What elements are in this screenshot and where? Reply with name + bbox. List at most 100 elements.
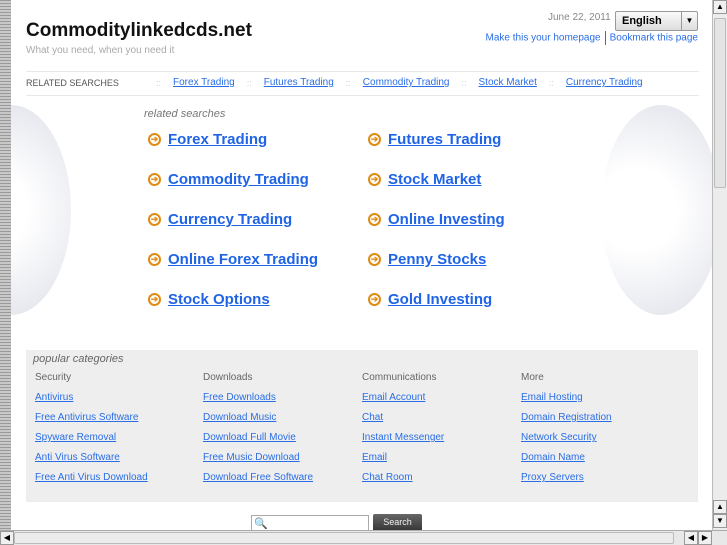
related-search-item[interactable]: ➔ Forex Trading — [148, 131, 267, 148]
arrow-right-icon: ➔ — [368, 133, 381, 146]
category-link[interactable]: Email — [362, 452, 444, 472]
separator: :: — [246, 77, 252, 88]
popular-categories-heading: popular categories — [33, 353, 124, 365]
scroll-down-icon[interactable]: ▼ — [713, 514, 727, 528]
category-title: More — [521, 372, 544, 383]
horizontal-scrollbar[interactable]: ◀ ◀ ▶ — [0, 530, 727, 545]
site-title: Commoditylinkedcds.net — [26, 20, 252, 41]
scroll-up-icon[interactable]: ▲ — [713, 0, 727, 14]
decorative-orb-right — [601, 105, 712, 315]
related-search-link[interactable]: Stock Options — [168, 291, 270, 308]
related-search-link[interactable]: Stock Market — [388, 171, 481, 188]
related-bar-link[interactable]: Futures Trading — [264, 77, 334, 88]
category-link[interactable]: Proxy Servers — [521, 472, 612, 492]
category-column: Downloads Free Downloads Download Music Dow… — [203, 372, 313, 492]
scroll-right-icon[interactable]: ▶ — [698, 531, 712, 545]
related-search-link[interactable]: Penny Stocks — [388, 251, 486, 268]
category-link[interactable]: Free Music Download — [203, 452, 313, 472]
related-search-item[interactable]: ➔ Commodity Trading — [148, 171, 309, 188]
category-column: More Email Hosting Domain Registration Netw… — [521, 372, 612, 492]
separator: :: — [548, 77, 554, 88]
related-search-link[interactable]: Futures Trading — [388, 131, 501, 148]
category-link[interactable]: Email Hosting — [521, 392, 612, 412]
divider — [26, 95, 699, 96]
related-search-item[interactable]: ➔ Futures Trading — [368, 131, 501, 148]
related-searches-heading: related searches — [144, 108, 226, 120]
divider — [26, 71, 699, 72]
related-search-item[interactable]: ➔ Penny Stocks — [368, 251, 486, 268]
related-search-item[interactable]: ➔ Online Forex Trading — [148, 251, 318, 268]
related-search-item[interactable]: ➔ Online Investing — [368, 211, 505, 228]
category-link[interactable]: Antivirus — [35, 392, 148, 412]
scroll-left-icon[interactable]: ◀ — [0, 531, 14, 545]
arrow-right-icon: ➔ — [368, 213, 381, 226]
search-icon: 🔍 — [254, 518, 268, 530]
page: Commoditylinkedcds.net What you need, wh… — [11, 0, 712, 530]
category-link[interactable]: Free Downloads — [203, 392, 313, 412]
decorative-orb-left — [11, 105, 71, 315]
category-link[interactable]: Anti Virus Software — [35, 452, 148, 472]
left-edge-strip — [0, 0, 11, 530]
related-search-link[interactable]: Currency Trading — [168, 211, 292, 228]
related-search-item[interactable]: ➔ Stock Options — [148, 291, 270, 308]
related-search-link[interactable]: Online Forex Trading — [168, 251, 318, 268]
arrow-right-icon: ➔ — [368, 253, 381, 266]
arrow-right-icon: ➔ — [368, 173, 381, 186]
related-search-item[interactable]: ➔ Stock Market — [368, 171, 481, 188]
separator: :: — [345, 77, 351, 88]
category-column: Communications Email Account Chat Instant M… — [362, 372, 444, 492]
tagline: What you need, when you need it — [26, 45, 175, 56]
category-link[interactable]: Spyware Removal — [35, 432, 148, 452]
category-link[interactable]: Free Antivirus Software — [35, 412, 148, 432]
popular-categories: popular categories Security Antivirus Free… — [26, 350, 698, 502]
category-link[interactable]: Instant Messenger — [362, 432, 444, 452]
category-link[interactable]: Domain Name — [521, 452, 612, 472]
category-title: Downloads — [203, 372, 253, 383]
top-links: Make this your homepage Bookmark this pag… — [486, 31, 698, 45]
category-title: Communications — [362, 372, 437, 383]
related-bar-link[interactable]: Stock Market — [479, 77, 537, 88]
arrow-right-icon: ➔ — [148, 293, 161, 306]
category-column: Security Antivirus Free Antivirus Software… — [35, 372, 148, 492]
category-link[interactable]: Download Full Movie — [203, 432, 313, 452]
arrow-right-icon: ➔ — [148, 133, 161, 146]
category-link[interactable]: Chat — [362, 412, 444, 432]
scrollbar-thumb[interactable] — [714, 18, 726, 188]
category-link[interactable]: Chat Room — [362, 472, 444, 492]
related-bar-link[interactable]: Currency Trading — [566, 77, 643, 88]
related-searches-label: RELATED SEARCHES — [26, 77, 119, 88]
related-search-item[interactable]: ➔ Currency Trading — [148, 211, 292, 228]
separator: :: — [156, 77, 162, 88]
related-bar-link[interactable]: Forex Trading — [173, 77, 235, 88]
category-link[interactable]: Download Free Software — [203, 472, 313, 492]
category-link[interactable]: Email Account — [362, 392, 444, 412]
arrow-right-icon: ➔ — [148, 213, 161, 226]
vertical-scrollbar[interactable]: ▲ ▲ ▼ — [712, 0, 727, 530]
related-search-link[interactable]: Forex Trading — [168, 131, 267, 148]
related-searches-bar: RELATED SEARCHES :: Forex Trading :: Futur… — [26, 77, 699, 88]
search-button[interactable]: Search — [373, 514, 422, 530]
make-homepage-link[interactable]: Make this your homepage — [486, 33, 601, 44]
language-select[interactable]: English ▼ — [615, 11, 698, 31]
related-search-item[interactable]: ➔ Gold Investing — [368, 291, 492, 308]
separator: :: — [461, 77, 467, 88]
arrow-right-icon: ➔ — [148, 173, 161, 186]
arrow-right-icon: ➔ — [368, 293, 381, 306]
divider — [604, 31, 606, 45]
category-link[interactable]: Network Security — [521, 432, 612, 452]
scrollbar-thumb[interactable] — [14, 532, 674, 544]
related-search-link[interactable]: Commodity Trading — [168, 171, 309, 188]
arrow-right-icon: ➔ — [148, 253, 161, 266]
related-bar-link[interactable]: Commodity Trading — [363, 77, 450, 88]
category-link[interactable]: Domain Registration — [521, 412, 612, 432]
category-link[interactable]: Free Anti Virus Download — [35, 472, 148, 492]
related-search-link[interactable]: Gold Investing — [388, 291, 492, 308]
category-link[interactable]: Download Music — [203, 412, 313, 432]
bookmark-link[interactable]: Bookmark this page — [610, 33, 698, 44]
search-input[interactable]: 🔍 — [251, 515, 369, 530]
chevron-down-icon: ▼ — [681, 12, 697, 30]
scroll-left-icon[interactable]: ◀ — [684, 531, 698, 545]
date: June 22, 2011 — [548, 12, 611, 23]
related-search-link[interactable]: Online Investing — [388, 211, 505, 228]
scroll-up-icon[interactable]: ▲ — [713, 500, 727, 514]
